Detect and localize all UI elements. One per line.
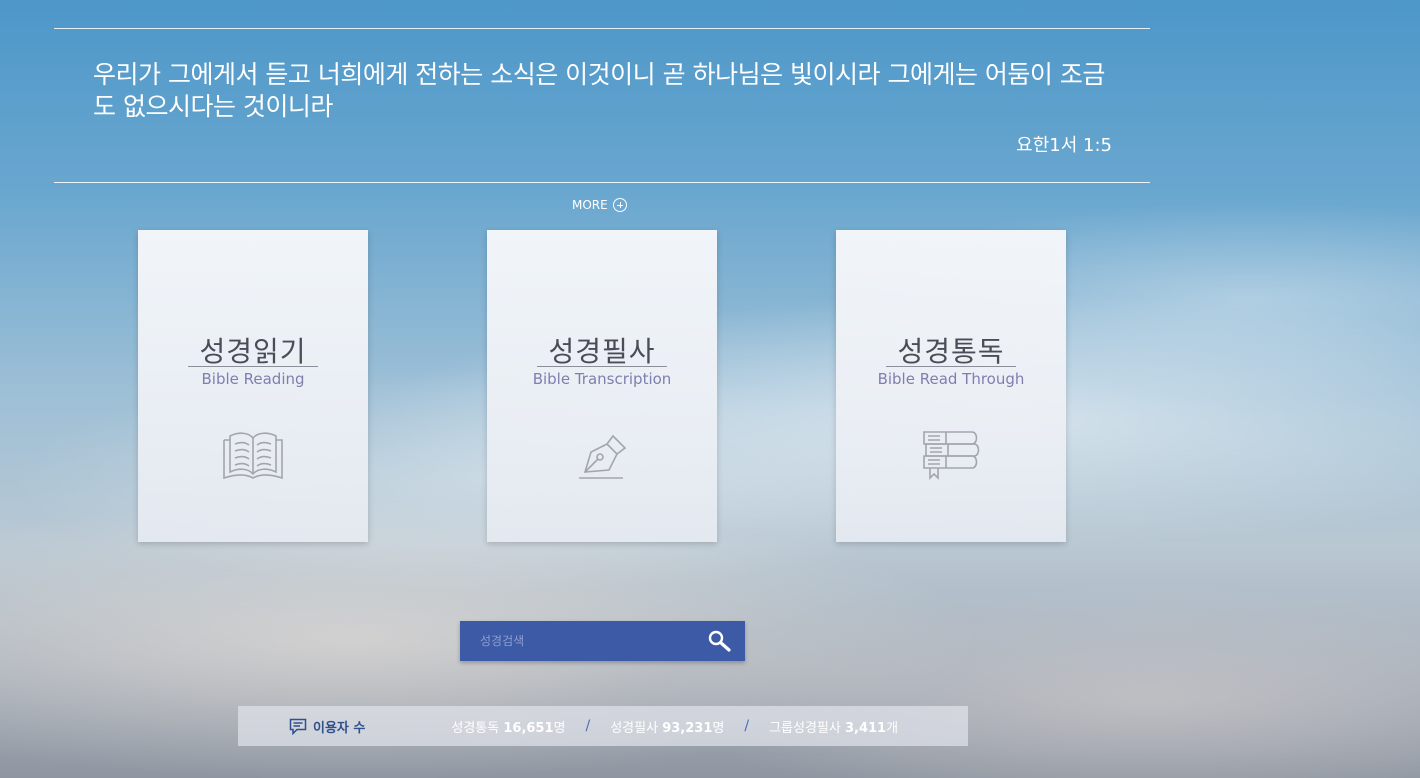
stat-unit: 개 bbox=[886, 720, 899, 736]
card-subtitle: Bible Read Through bbox=[877, 370, 1025, 388]
user-stats-bar: 이용자 수 성경통독 16,651명 / 성경필사 93,231명 / 그룹성경… bbox=[238, 706, 968, 746]
bible-search-bar bbox=[460, 621, 745, 661]
plus-circle-icon bbox=[612, 198, 627, 212]
stat-group-transcription: 그룹성경필사 3,411개 bbox=[769, 717, 898, 736]
bible-transcription-card[interactable]: 성경필사 Bible Transcription bbox=[487, 230, 717, 542]
stat-name: 성경필사 bbox=[610, 720, 659, 736]
stat-read-through: 성경통독 16,651명 bbox=[451, 717, 565, 736]
stat-value: 3,411 bbox=[844, 720, 887, 736]
stat-name: 성경통독 bbox=[451, 720, 500, 736]
card-title: 성경읽기 bbox=[199, 335, 307, 368]
stat-unit: 명 bbox=[712, 720, 725, 736]
stats-label: 이용자 수 bbox=[289, 717, 365, 736]
stats-label-text: 이용자 수 bbox=[313, 720, 366, 736]
verse-text: 우리가 그에게서 듣고 너희에게 전하는 소식은 이것이니 곧 하나님은 빛이시… bbox=[93, 60, 1105, 121]
stat-value: 16,651 bbox=[503, 720, 554, 736]
stat-separator: / bbox=[744, 718, 750, 734]
stat-unit: 명 bbox=[553, 720, 566, 736]
card-title: 성경필사 bbox=[548, 335, 656, 368]
card-subtitle: Bible Reading bbox=[201, 370, 305, 388]
card-subtitle: Bible Transcription bbox=[532, 370, 672, 388]
more-link[interactable]: MORE bbox=[572, 198, 627, 212]
stacked-books-icon bbox=[923, 431, 980, 480]
verse-reference: 요한1서 1:5 bbox=[1016, 135, 1112, 156]
bible-read-through-card[interactable]: 성경통독 Bible Read Through bbox=[836, 230, 1066, 542]
search-input[interactable] bbox=[460, 621, 700, 661]
stat-transcription: 성경필사 93,231명 bbox=[610, 717, 724, 736]
fountain-pen-icon bbox=[579, 434, 627, 479]
card-divider bbox=[537, 366, 667, 367]
more-label: MORE bbox=[572, 198, 608, 212]
stat-separator: / bbox=[585, 718, 591, 734]
stat-value: 93,231 bbox=[662, 720, 713, 736]
open-book-icon bbox=[223, 432, 283, 480]
speech-bubble-icon bbox=[289, 718, 307, 735]
card-divider bbox=[188, 366, 318, 367]
verse-panel: 우리가 그에게서 듣고 너희에게 전하는 소식은 이것이니 곧 하나님은 빛이시… bbox=[54, 28, 1150, 183]
bible-reading-card[interactable]: 성경읽기 Bible Reading bbox=[138, 230, 368, 542]
stat-name: 그룹성경필사 bbox=[769, 720, 841, 736]
card-divider bbox=[886, 366, 1016, 367]
search-icon[interactable] bbox=[707, 629, 733, 653]
card-title: 성경통독 bbox=[897, 335, 1005, 368]
